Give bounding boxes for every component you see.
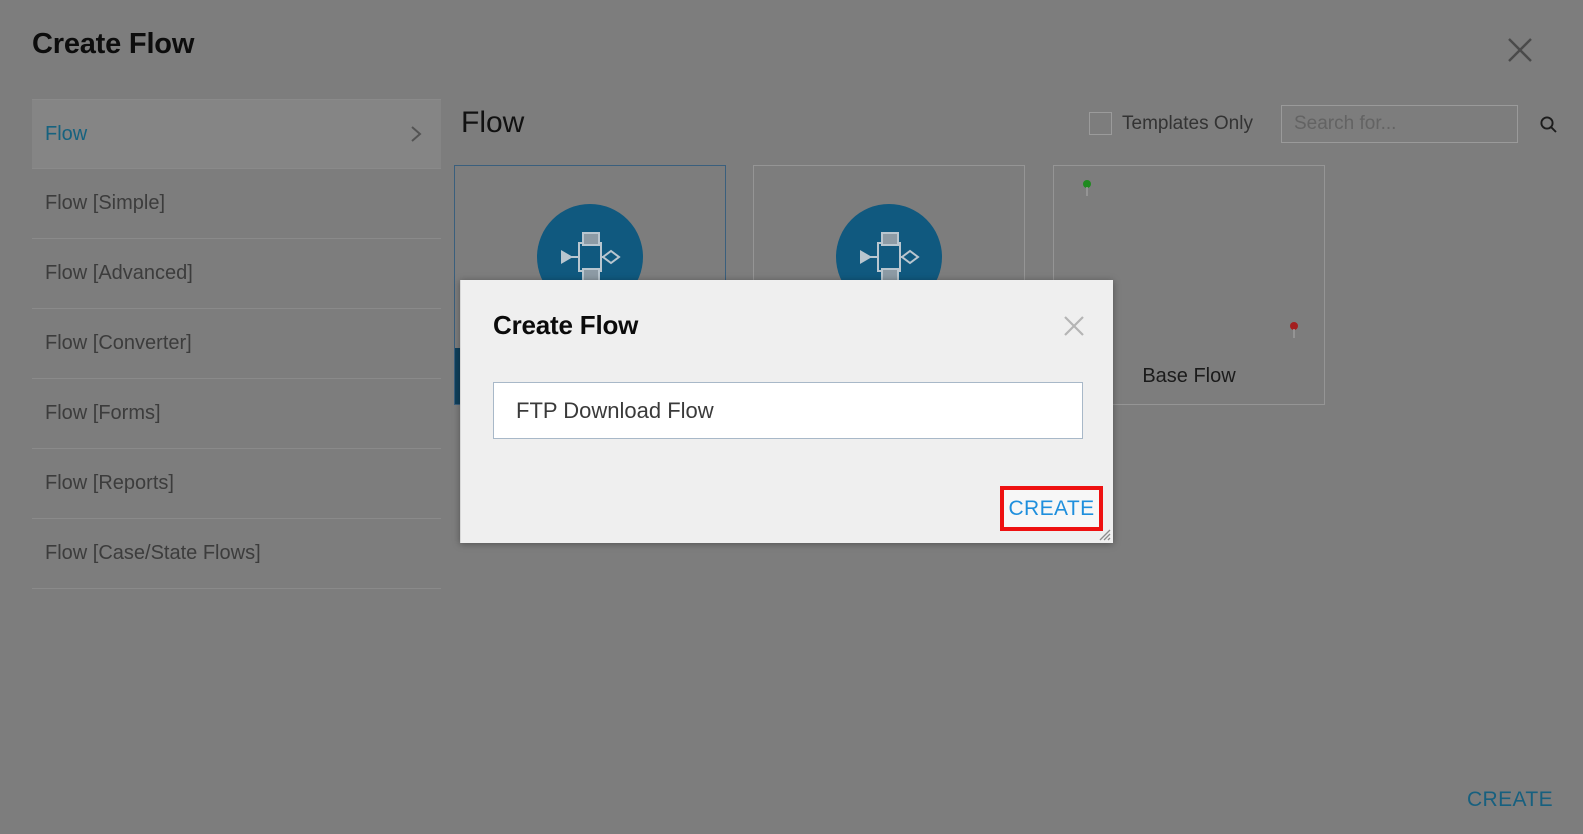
dialog-title: Create Flow [493,310,639,340]
templates-only-checkbox[interactable] [1089,112,1112,135]
sidebar-item-flow-advanced[interactable]: Flow [Advanced] [32,239,441,309]
flow-name-input[interactable] [493,382,1083,439]
sidebar-item-label: Flow [Case/State Flows] [45,542,261,564]
start-pin-icon [1082,179,1092,202]
templates-only-filter[interactable]: Templates Only [1089,112,1253,135]
sidebar-item-flow-reports[interactable]: Flow [Reports] [32,449,441,519]
resize-grip-icon[interactable] [1095,525,1111,541]
search-input[interactable] [1294,113,1539,135]
templates-only-label: Templates Only [1122,112,1253,134]
dialog-create-button[interactable]: CREATE [1008,497,1094,521]
search-box[interactable] [1281,105,1557,143]
search-icon[interactable] [1539,115,1558,134]
create-flow-page: Create Flow Flow Flow [Simple] Flow [Adv… [0,0,1583,834]
create-flow-dialog: Create Flow CREATE [460,280,1113,543]
chevron-right-icon [405,123,427,145]
sidebar-item-label: Flow [Advanced] [45,262,193,284]
create-button[interactable]: CREATE [1467,788,1553,812]
sidebar-item-flow-case-state-flows[interactable]: Flow [Case/State Flows] [32,519,441,589]
sidebar-item-label: Flow [Forms] [45,402,161,424]
create-button-highlight[interactable]: CREATE [1000,486,1103,531]
sidebar-item-flow-simple[interactable]: Flow [Simple] [32,169,441,239]
sidebar-item-label: Flow [Converter] [45,332,192,354]
close-icon[interactable] [1061,313,1087,339]
end-pin-icon [1289,321,1299,344]
close-icon[interactable] [1503,33,1537,67]
sidebar-item-flow-forms[interactable]: Flow [Forms] [32,379,441,449]
sidebar-item-label: Flow [45,122,88,145]
page-title: Create Flow [32,28,195,60]
sidebar-item-label: Flow [Reports] [45,472,174,494]
main-heading: Flow [461,106,525,139]
sidebar-item-flow[interactable]: Flow [32,99,441,169]
sidebar-item-flow-converter[interactable]: Flow [Converter] [32,309,441,379]
sidebar-item-label: Flow [Simple] [45,192,166,214]
sidebar: Flow Flow [Simple] Flow [Advanced] Flow … [32,99,441,589]
